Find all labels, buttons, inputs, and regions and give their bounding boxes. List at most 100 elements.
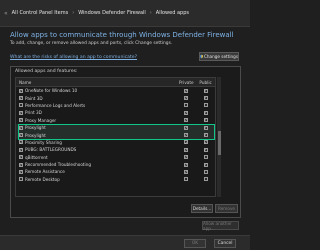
private-cell: ✓ [176, 118, 196, 123]
list-item[interactable]: ✓ OneNote for Windows 10 ✓ ✓ [16, 87, 215, 94]
app-enabled-checkbox[interactable]: ✓ [19, 88, 23, 93]
private-cell: ✓ [176, 155, 196, 160]
app-name-label: PUBG: BATTLEGROUNDS [25, 147, 77, 153]
list-item[interactable]: ✓ Recommended Troubleshooting ✓ ✓ [16, 161, 215, 168]
app-name-label: Proximity Sharing [25, 139, 62, 145]
ok-button[interactable]: OK [184, 239, 206, 248]
public-checkbox[interactable]: ✓ [203, 88, 208, 93]
allow-another-app-button[interactable]: Allow another app... [202, 221, 239, 231]
app-enabled-checkbox[interactable] [19, 177, 23, 182]
public-cell: ✓ [196, 118, 215, 123]
main-content: Allow apps to communicate through Window… [0, 28, 250, 235]
private-cell: ✓ [176, 170, 196, 174]
app-name-cell: ✓ Recommended Troubleshooting [16, 162, 176, 167]
private-cell [176, 103, 196, 108]
private-checkbox[interactable]: ✓ [184, 96, 189, 101]
private-checkbox[interactable]: ✓ [184, 162, 189, 167]
breadcrumb-separator-icon: › [72, 10, 75, 16]
app-enabled-checkbox[interactable]: ✓ [19, 140, 23, 145]
app-enabled-checkbox[interactable]: ✓ [19, 162, 23, 167]
list-item[interactable]: ✓ Remote Assistance ✓ [16, 168, 215, 175]
private-cell: ✓ [176, 111, 196, 115]
column-private-header[interactable]: Private [176, 80, 196, 85]
private-checkbox[interactable]: ✓ [184, 155, 189, 160]
public-cell: ✓ [196, 148, 215, 152]
list-item[interactable]: Performance Logs and Alerts [16, 102, 215, 109]
private-cell: ✓ [176, 148, 196, 152]
public-checkbox[interactable]: ✓ [203, 96, 208, 101]
private-checkbox[interactable]: ✓ [184, 111, 189, 115]
private-cell: ✓ [176, 162, 196, 167]
app-name-label: OneNote for Windows 10 [25, 88, 78, 94]
list-item[interactable]: ✓ Print 3D ✓ ✓ [16, 109, 215, 116]
app-name-label: Print 3D [25, 110, 42, 116]
app-enabled-checkbox[interactable]: ✓ [19, 155, 23, 160]
public-cell [196, 169, 215, 174]
column-name-header[interactable]: Name [16, 80, 176, 85]
breadcrumb-item-firewall[interactable]: Windows Defender Firewall [78, 10, 146, 16]
private-cell [176, 177, 196, 182]
change-settings-button[interactable]: Change settings [199, 52, 239, 61]
app-name-label: Recommended Troubleshooting [25, 162, 92, 168]
remove-button[interactable]: Remove [215, 204, 238, 213]
private-checkbox[interactable]: ✓ [184, 148, 189, 152]
app-enabled-checkbox[interactable]: ✓ [19, 118, 23, 123]
public-cell: ✓ [196, 162, 215, 167]
public-cell: ✓ [196, 111, 215, 115]
private-checkbox[interactable]: ✓ [184, 88, 189, 93]
private-checkbox[interactable] [184, 103, 189, 108]
public-checkbox[interactable] [203, 169, 208, 174]
list-item[interactable]: ✓ Paint 3D ✓ ✓ [16, 94, 215, 101]
cancel-button[interactable]: Cancel [214, 239, 236, 248]
breadcrumb-separator-icon: › [149, 10, 152, 16]
risks-link[interactable]: What are the risks of allowing an app to… [10, 55, 137, 60]
app-name-cell: ✓ Proxy Manager [16, 118, 176, 123]
app-enabled-checkbox[interactable]: ✓ [19, 111, 23, 115]
list-scrollbar[interactable] [217, 77, 221, 197]
scrollbar-thumb[interactable] [217, 131, 221, 155]
public-cell [196, 155, 215, 160]
list-item[interactable]: ✓ PUBG: BATTLEGROUNDS ✓ ✓ [16, 146, 215, 153]
page-title: Allow apps to communicate through Window… [10, 31, 234, 39]
public-cell [196, 103, 215, 108]
private-checkbox[interactable]: ✓ [184, 118, 189, 123]
public-checkbox[interactable]: ✓ [203, 162, 208, 167]
app-name-cell: ✓ Remote Assistance [16, 169, 176, 174]
app-name-cell: ✓ OneNote for Windows 10 [16, 88, 176, 93]
private-checkbox[interactable] [184, 177, 189, 182]
app-enabled-checkbox[interactable]: ✓ [19, 96, 23, 101]
private-checkbox[interactable]: ✓ [184, 140, 189, 145]
breadcrumb-overflow-icon[interactable]: « [4, 10, 8, 17]
app-name-cell: ✓ Print 3D [16, 110, 176, 115]
address-bar: « All Control Panel Items › Windows Defe… [0, 0, 250, 27]
allowed-apps-group: Allowed apps and features: Name Private … [10, 66, 241, 218]
public-checkbox[interactable]: ✓ [203, 111, 208, 115]
breadcrumb-item-allowed-apps[interactable]: Allowed apps [156, 10, 189, 16]
column-public-header[interactable]: Public [196, 80, 215, 85]
private-cell: ✓ [176, 140, 196, 145]
private-checkbox[interactable]: ✓ [184, 170, 189, 174]
instructions-text: To add, change, or remove allowed apps a… [10, 41, 173, 46]
list-item[interactable]: ✓ Proxy Manager ✓ ✓ [16, 117, 215, 124]
app-name-cell: ✓ Proximity Sharing [16, 140, 176, 145]
highlight-box [18, 124, 215, 140]
public-checkbox[interactable]: ✓ [203, 148, 208, 152]
app-enabled-checkbox[interactable]: ✓ [19, 170, 23, 174]
list-item[interactable]: ✓ qBittorrent ✓ [16, 154, 215, 161]
public-checkbox[interactable]: ✓ [203, 118, 208, 123]
public-cell: ✓ [196, 140, 215, 145]
app-enabled-checkbox[interactable] [19, 103, 23, 108]
public-checkbox[interactable]: ✓ [203, 140, 208, 145]
list-item[interactable]: Remote Desktop [16, 176, 215, 183]
breadcrumb-item-control-panel[interactable]: All Control Panel Items [12, 10, 69, 16]
private-cell: ✓ [176, 88, 196, 93]
uac-shield-icon [200, 54, 203, 59]
public-checkbox[interactable] [203, 155, 208, 160]
public-checkbox[interactable] [203, 177, 208, 182]
app-enabled-checkbox[interactable]: ✓ [19, 148, 23, 152]
details-button[interactable]: Details... [191, 204, 213, 213]
public-checkbox[interactable] [203, 103, 208, 108]
allowed-apps-list[interactable]: Name Private Public ✓ OneNote for Windows… [15, 77, 216, 197]
app-name-cell: Performance Logs and Alerts [16, 103, 176, 108]
public-cell: ✓ [196, 88, 215, 93]
